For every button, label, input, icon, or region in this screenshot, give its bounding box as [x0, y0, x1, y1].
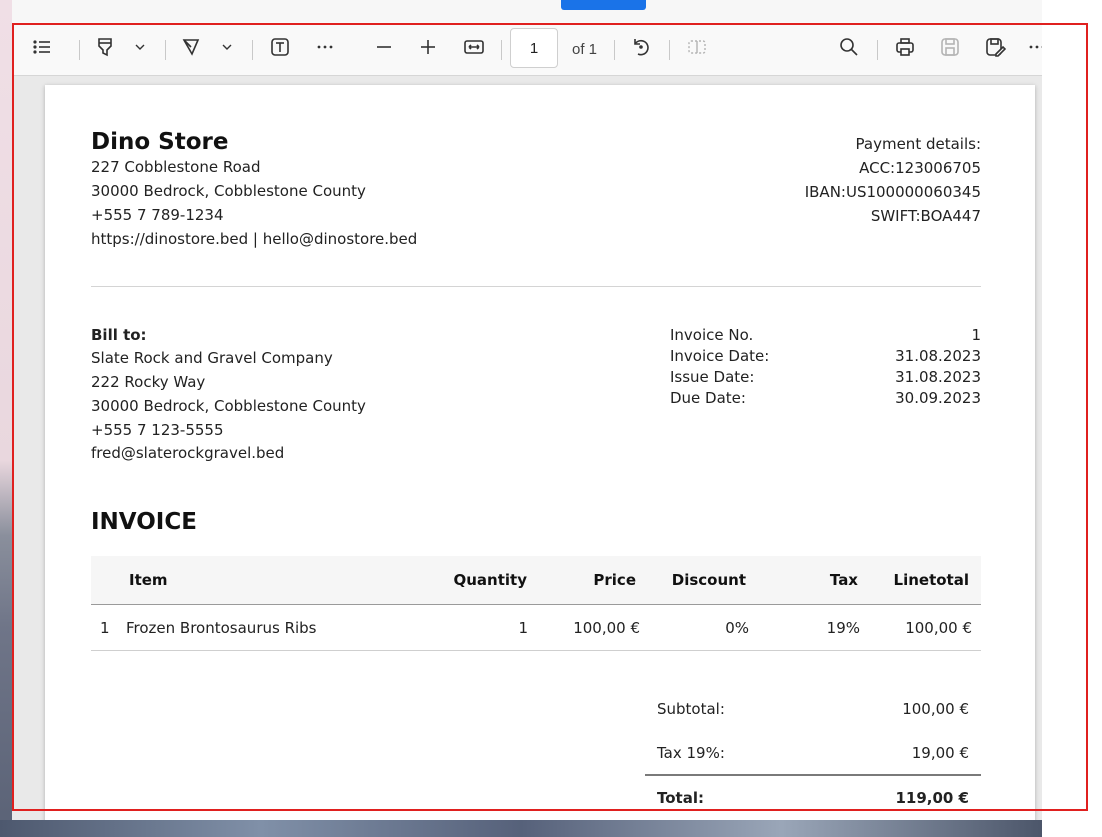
subtotal-label: Subtotal: — [657, 700, 725, 718]
bill-to-title: Bill to: — [91, 326, 147, 344]
tax-value: 19,00 € — [911, 744, 969, 762]
totals-divider — [645, 774, 981, 776]
table-row: 1 Frozen Brontosaurus Ribs 1 100,00 € 0%… — [91, 605, 981, 651]
total-label: Total: — [657, 789, 704, 807]
invoice-date-value: 31.08.2023 — [895, 347, 981, 365]
zoom-out-icon[interactable] — [369, 32, 399, 62]
toolbar-separator — [501, 40, 502, 60]
bill-to-email: fred@slaterockgravel.bed — [91, 444, 285, 462]
column-header-item: Item — [129, 571, 168, 589]
page-count-label: of 1 — [572, 41, 598, 58]
row-index: 1 — [100, 619, 110, 637]
invoice-no-value: 1 — [971, 326, 981, 344]
desktop-background — [1042, 0, 1102, 837]
bill-to-name: Slate Rock and Gravel Company — [91, 349, 333, 367]
desktop-background — [0, 820, 1042, 837]
invoice-no-label: Invoice No. — [670, 326, 754, 344]
issue-date-value: 31.08.2023 — [895, 368, 981, 386]
store-address-line: 30000 Bedrock, Cobblestone County — [91, 182, 366, 200]
pdf-page: Dino Store 227 Cobblestone Road 30000 Be… — [45, 85, 1035, 820]
payment-swift: SWIFT:BOA447 — [870, 207, 981, 225]
desktop-background — [0, 0, 12, 837]
row-price: 100,00 € — [573, 619, 640, 637]
payment-acc: ACC:123006705 — [859, 159, 981, 177]
contents-icon[interactable] — [27, 32, 57, 62]
row-linetotal: 100,00 € — [905, 619, 972, 637]
page-number-input[interactable] — [510, 28, 558, 68]
search-icon[interactable] — [834, 32, 864, 62]
rotate-icon[interactable] — [626, 32, 656, 62]
column-header-quantity: Quantity — [453, 571, 528, 589]
save-icon[interactable] — [935, 32, 965, 62]
column-header-price: Price — [593, 571, 636, 589]
toolbar-separator — [614, 40, 615, 60]
store-name: Dino Store — [91, 129, 229, 155]
header-divider — [91, 286, 981, 287]
browser-top-bar — [12, 0, 1042, 23]
bill-to-address-line: 222 Rocky Way — [91, 373, 206, 391]
due-date-label: Due Date: — [670, 389, 746, 407]
print-icon[interactable] — [890, 32, 920, 62]
bill-to-phone: +555 7 123-5555 — [91, 421, 224, 439]
more-icon[interactable] — [1022, 32, 1042, 62]
draw-icon[interactable] — [176, 32, 206, 62]
zoom-in-icon[interactable] — [413, 32, 443, 62]
payment-details-title: Payment details: — [855, 135, 981, 153]
save-as-icon[interactable] — [980, 32, 1010, 62]
row-tax: 19% — [826, 619, 860, 637]
payment-iban: IBAN:US100000060345 — [804, 183, 981, 201]
page-view-icon[interactable] — [682, 32, 712, 62]
due-date-value: 30.09.2023 — [895, 389, 981, 407]
tax-label: Tax 19%: — [657, 744, 725, 762]
invoice-heading: INVOICE — [91, 509, 197, 535]
fit-width-icon[interactable] — [459, 32, 489, 62]
pdf-viewer: of 1 Dino Store 227 Cobblestone Road 300… — [12, 22, 1042, 820]
row-discount: 0% — [725, 619, 749, 637]
highlight-icon[interactable] — [90, 32, 120, 62]
toolbar-separator — [252, 40, 253, 60]
text-icon[interactable] — [265, 32, 295, 62]
chevron-down-icon[interactable] — [125, 32, 155, 62]
toolbar-separator — [165, 40, 166, 60]
chevron-down-icon[interactable] — [212, 32, 242, 62]
row-item: Frozen Brontosaurus Ribs — [126, 619, 317, 637]
store-address-line: 227 Cobblestone Road — [91, 158, 261, 176]
toolbar-separator — [877, 40, 878, 60]
subtotal-value: 100,00 € — [902, 700, 969, 718]
store-web-email: https://dinostore.bed | hello@dinostore.… — [91, 230, 418, 248]
column-header-linetotal: Linetotal — [893, 571, 969, 589]
store-phone: +555 7 789-1234 — [91, 206, 224, 224]
more-icon[interactable] — [310, 32, 340, 62]
invoice-date-label: Invoice Date: — [670, 347, 770, 365]
total-value: 119,00 € — [895, 789, 969, 807]
column-header-tax: Tax — [829, 571, 858, 589]
column-header-discount: Discount — [671, 571, 746, 589]
top-blue-button[interactable] — [561, 0, 646, 10]
row-quantity: 1 — [518, 619, 528, 637]
table-header: Item Quantity Price Discount Tax Linetot… — [91, 556, 981, 605]
bill-to-address-line: 30000 Bedrock, Cobblestone County — [91, 397, 366, 415]
toolbar-separator — [79, 40, 80, 60]
pdf-toolbar: of 1 — [12, 22, 1042, 76]
issue-date-label: Issue Date: — [670, 368, 755, 386]
toolbar-separator — [669, 40, 670, 60]
